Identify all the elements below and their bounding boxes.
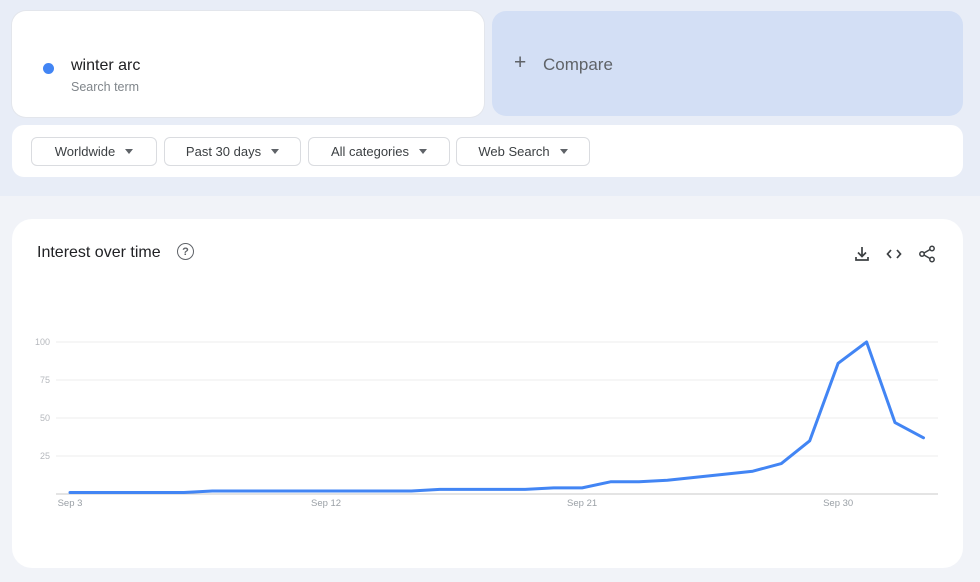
y-tick-label: 50 bbox=[40, 413, 50, 423]
x-tick-label: Sep 12 bbox=[311, 498, 341, 509]
x-tick-label: Sep 21 bbox=[567, 498, 597, 509]
y-tick-label: 25 bbox=[40, 451, 50, 461]
x-tick-label: Sep 3 bbox=[58, 498, 83, 509]
x-tick-label: Sep 30 bbox=[823, 498, 853, 509]
interest-line-chart: 25 50 75 100 Sep 3 Sep 12 Sep 21 Sep 30 bbox=[35, 337, 938, 509]
y-tick-label: 100 bbox=[35, 337, 50, 347]
y-tick-label: 75 bbox=[40, 375, 50, 385]
series-line-winter-arc bbox=[68, 340, 925, 494]
